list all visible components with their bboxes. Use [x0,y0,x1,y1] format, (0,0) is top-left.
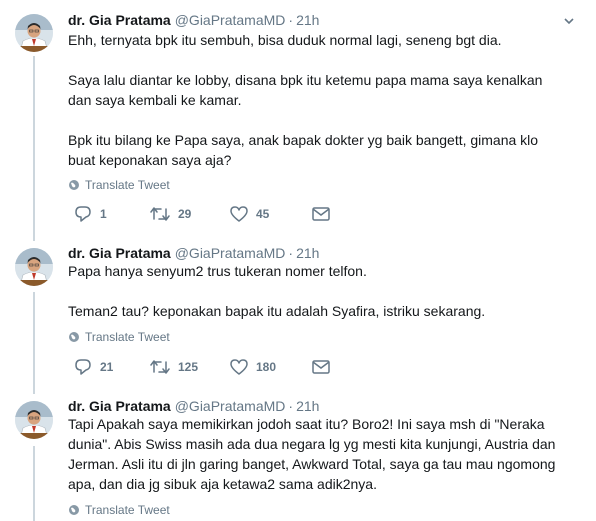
envelope-icon [312,207,330,221]
tweet[interactable]: dr. Gia Pratama @GiaPratamaMD · 21h Papa ha… [0,243,596,388]
heart-icon [230,206,248,222]
translate-label: Translate Tweet [85,178,170,192]
author-handle[interactable]: @GiaPratamaMD [175,245,286,261]
reply-count: 21 [100,360,114,374]
reply-icon [75,359,91,375]
translate-tweet-link[interactable]: Translate Tweet [68,177,170,193]
tweet-timestamp[interactable]: 21h [296,245,319,261]
tweet-thread: dr. Gia Pratama @GiaPratamaMD · 21h Ehh, te… [0,0,596,521]
reply-count: 1 [100,207,107,221]
tweet[interactable]: dr. Gia Pratama @GiaPratamaMD · 21h Tapi Ap… [0,396,596,521]
envelope-icon [312,360,330,374]
retweet-count: 29 [178,207,192,221]
globe-icon [69,505,79,515]
like-count: 45 [256,207,270,221]
separator-dot: · [288,12,294,28]
translate-label: Translate Tweet [85,330,170,344]
like-button[interactable]: 180 [230,357,276,377]
globe-icon [69,332,79,342]
retweet-count: 125 [178,360,199,374]
tweet-timestamp[interactable]: 21h [296,12,319,28]
author-name[interactable]: dr. Gia Pratama [68,398,171,414]
author-handle[interactable]: @GiaPratamaMD [175,12,286,28]
tweet-text: Papa hanya senyum2 trus tukeran nomer te… [68,263,486,319]
tweet[interactable]: dr. Gia Pratama @GiaPratamaMD · 21h Ehh, te… [0,10,596,235]
direct-message-button[interactable] [312,204,330,224]
tweet-text: Ehh, ternyata bpk itu sembuh, bisa duduk… [68,32,543,168]
reply-button[interactable]: 1 [74,204,107,224]
reply-icon [75,206,91,222]
tweet-text: Tapi Apakah saya memikirkan jodoh saat i… [68,416,556,492]
tweet-header: dr. Gia Pratama @GiaPratamaMD · 21h [68,396,319,416]
translate-tweet-link[interactable]: Translate Tweet [68,502,170,518]
retweet-icon [150,360,170,374]
heart-icon [230,359,248,375]
tweet-timestamp[interactable]: 21h [296,398,319,414]
translate-label: Translate Tweet [85,503,170,517]
chevron-down-icon[interactable] [564,16,574,26]
like-count: 180 [256,360,277,374]
retweet-button[interactable]: 29 [150,204,191,224]
author-name[interactable]: dr. Gia Pratama [68,12,171,28]
direct-message-button[interactable] [312,357,330,377]
globe-icon [69,180,79,190]
retweet-button[interactable]: 125 [150,357,198,377]
avatar[interactable] [15,401,53,439]
tweet-actions: 1 29 45 [70,204,370,224]
tweet-header: dr. Gia Pratama @GiaPratamaMD · 21h [68,243,319,263]
author-name[interactable]: dr. Gia Pratama [68,245,171,261]
reply-button[interactable]: 21 [74,357,113,377]
avatar[interactable] [15,248,53,286]
retweet-icon [150,207,170,221]
separator-dot: · [288,245,294,261]
translate-tweet-link[interactable]: Translate Tweet [68,329,170,345]
avatar[interactable] [15,14,53,52]
tweet-header: dr. Gia Pratama @GiaPratamaMD · 21h [68,10,319,30]
author-handle[interactable]: @GiaPratamaMD [175,398,286,414]
tweet-actions: 21 125 180 [70,357,370,377]
like-button[interactable]: 45 [230,204,269,224]
separator-dot: · [288,398,294,414]
